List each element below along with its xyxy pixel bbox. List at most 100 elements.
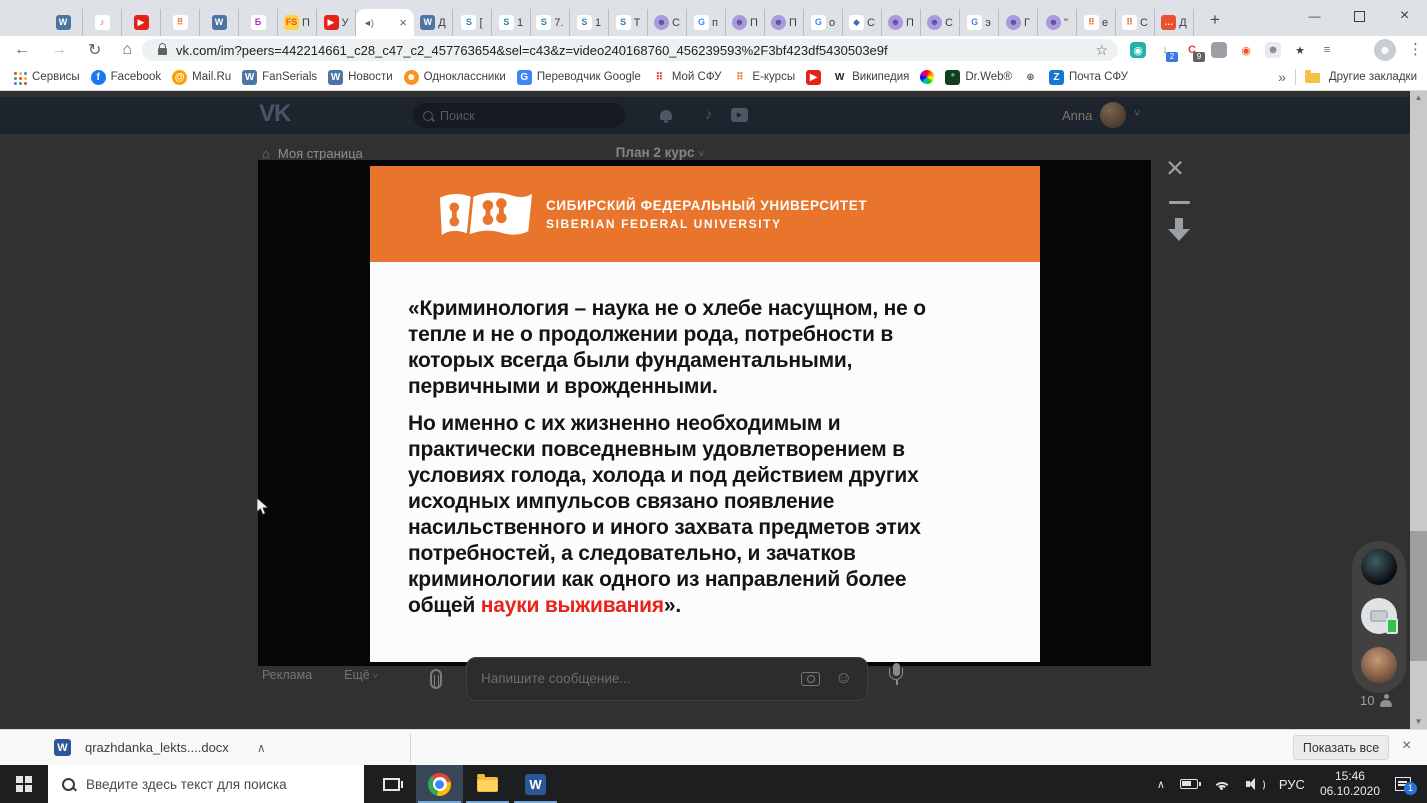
browser-tab[interactable]: Gп (687, 9, 726, 36)
chevron-down-icon[interactable]: ˅ (1134, 108, 1140, 120)
notifications-bell-icon[interactable] (660, 110, 672, 120)
browser-tab[interactable]: ⠿е (1077, 9, 1116, 36)
volume-icon[interactable] (1246, 777, 1264, 791)
browser-tab[interactable]: Б (239, 9, 278, 36)
taskbar-chrome-button[interactable] (416, 765, 463, 803)
bookmark-services[interactable]: Сервисы (12, 71, 80, 83)
bookmark-news[interactable]: WНовости (328, 70, 393, 85)
browser-tab[interactable]: W (44, 9, 83, 36)
bookmark-moy-sfu[interactable]: ⠿Мой СФУ (652, 70, 722, 85)
bookmarks-overflow-button[interactable]: » (1278, 69, 1286, 85)
viewer-download-icon[interactable] (1168, 218, 1190, 244)
music-icon[interactable]: ♪ (705, 106, 713, 123)
vk-user-avatar[interactable] (1100, 102, 1126, 128)
browser-profile-avatar[interactable]: ☻ (1374, 39, 1396, 61)
taskbar-explorer-button[interactable] (464, 765, 511, 803)
bookmark-star-icon[interactable]: ☆ (1095, 42, 1108, 59)
address-bar[interactable]: vk.com/im?peers=442214661_c28_c47_c2_457… (142, 39, 1118, 61)
participant-avatar-dark[interactable] (1361, 549, 1397, 585)
browser-tab[interactable]: ▶У (317, 9, 356, 36)
bookmark-pochta-sfu[interactable]: ZПочта СФУ (1049, 70, 1128, 85)
bookmark-fanserials[interactable]: WFanSerials (242, 70, 317, 85)
browser-tab[interactable]: …Д (1155, 9, 1194, 36)
browser-tab[interactable]: ☻" (1038, 9, 1077, 36)
taskbar-word-button[interactable]: W (512, 765, 559, 803)
bookmark-odnoklassniki[interactable]: ☻Одноклассники (404, 70, 506, 85)
bookmark-wikipedia[interactable]: WВикипедия (832, 70, 909, 85)
back-button[interactable]: ← (14, 41, 30, 59)
scrollbar-thumb[interactable] (1410, 531, 1427, 661)
ext-savefrom-icon[interactable]: ↓2 (1155, 40, 1175, 60)
ads-link[interactable]: Реклама (262, 668, 312, 682)
chevron-up-icon[interactable]: ∧ (257, 741, 266, 755)
forward-button[interactable]: → (51, 41, 67, 59)
browser-tab[interactable]: ☻С (921, 9, 960, 36)
bookmark-e-kursy[interactable]: ⠿Е-курсы (732, 70, 795, 85)
wifi-icon[interactable] (1213, 778, 1231, 791)
video-icon[interactable]: ▶ (731, 108, 748, 122)
browser-tab[interactable]: ☻П (765, 9, 804, 36)
browser-menu-button[interactable]: ⋮ (1408, 40, 1423, 58)
browser-tab[interactable]: S1 (570, 9, 609, 36)
new-tab-button[interactable]: + (1202, 7, 1228, 33)
participant-avatar-camera[interactable] (1361, 598, 1397, 634)
bookmark-color-wheel[interactable] (920, 70, 934, 84)
bookmark-mailru[interactable]: @Mail.Ru (172, 70, 231, 85)
home-button[interactable]: ⌂ (122, 41, 132, 59)
language-indicator[interactable]: РУС (1279, 777, 1305, 792)
browser-tab[interactable]: Gо (804, 9, 843, 36)
action-center-icon[interactable]: 1 (1395, 777, 1411, 791)
vk-search-input[interactable]: Поиск (413, 103, 625, 128)
tab-close-icon[interactable]: × (399, 15, 407, 30)
sidebar-item-my-page[interactable]: ⌂ Моя страница (262, 146, 363, 161)
more-link[interactable]: Ещё˅ (344, 668, 378, 682)
bookmark-globe[interactable]: ⊕ (1023, 70, 1038, 85)
clock[interactable]: 15:46 06.10.2020 (1320, 769, 1380, 799)
hidden-icons-chevron[interactable]: ∧ (1157, 778, 1165, 791)
bookmark-youtube[interactable]: ▶ (806, 70, 821, 85)
url-text[interactable]: vk.com/im?peers=442214661_c28_c47_c2_457… (176, 43, 1087, 58)
attach-paperclip-icon[interactable] (430, 669, 442, 689)
scroll-up-arrow[interactable]: ▲ (1410, 91, 1427, 105)
taskbar-search-input[interactable]: Введите здесь текст для поиска (48, 765, 364, 803)
downloads-bar-close-button[interactable]: × (1402, 737, 1411, 755)
bookmark-google-translate[interactable]: GПереводчик Google (517, 70, 641, 85)
smiley-icon[interactable]: ☺ (835, 668, 852, 688)
browser-tab[interactable]: ⠿ (161, 9, 200, 36)
download-item[interactable]: W qrazhdanka_lekts....docx ∧ (54, 730, 266, 765)
viewer-minimize-button[interactable] (1169, 201, 1190, 204)
message-input[interactable]: Напишите сообщение... ☺ (466, 657, 868, 701)
ext-counter-icon[interactable]: C9 (1182, 40, 1202, 60)
browser-tab[interactable]: ♪ (83, 9, 122, 36)
reload-button[interactable]: ↻ (88, 40, 101, 60)
viewer-close-button[interactable]: × (1166, 153, 1184, 183)
browser-tab[interactable]: S7. (531, 9, 570, 36)
window-close-button[interactable]: × (1382, 0, 1427, 32)
microphone-icon[interactable] (886, 663, 906, 693)
camera-icon[interactable] (801, 672, 820, 686)
vk-logo[interactable]: VK (259, 100, 290, 128)
browser-tab[interactable]: FSП (278, 9, 317, 36)
page-scrollbar[interactable]: ▲ ▼ (1410, 91, 1427, 729)
browser-tab[interactable]: ☻Г (999, 9, 1038, 36)
browser-tab[interactable]: ☻П (882, 9, 921, 36)
browser-tab[interactable]: S1 (492, 9, 531, 36)
ext-list-icon[interactable]: ≡ (1317, 40, 1337, 60)
participants-count[interactable]: 10 (1360, 693, 1392, 708)
scroll-down-arrow[interactable]: ▼ (1410, 715, 1427, 729)
ext-lamp-icon[interactable]: ◉ (1128, 40, 1148, 60)
other-bookmarks-button[interactable]: Другие закладки (1329, 71, 1417, 83)
ext-shield-icon[interactable] (1209, 40, 1229, 60)
ext-pin-icon[interactable]: ★ (1290, 40, 1310, 60)
window-maximize-button[interactable] (1337, 0, 1382, 32)
start-button[interactable] (0, 765, 48, 803)
ext-orange-icon[interactable]: ◉ (1236, 40, 1256, 60)
browser-tab[interactable]: S[ (453, 9, 492, 36)
browser-tab[interactable]: SТ (609, 9, 648, 36)
chat-title[interactable]: План 2 курс˅ (540, 145, 780, 160)
battery-icon[interactable] (1180, 779, 1198, 789)
task-view-button[interactable] (368, 765, 415, 803)
browser-tab[interactable]: WД (414, 9, 453, 36)
browser-tab[interactable]: ⠿С (1116, 9, 1155, 36)
window-minimize-button[interactable]: — (1292, 0, 1337, 32)
